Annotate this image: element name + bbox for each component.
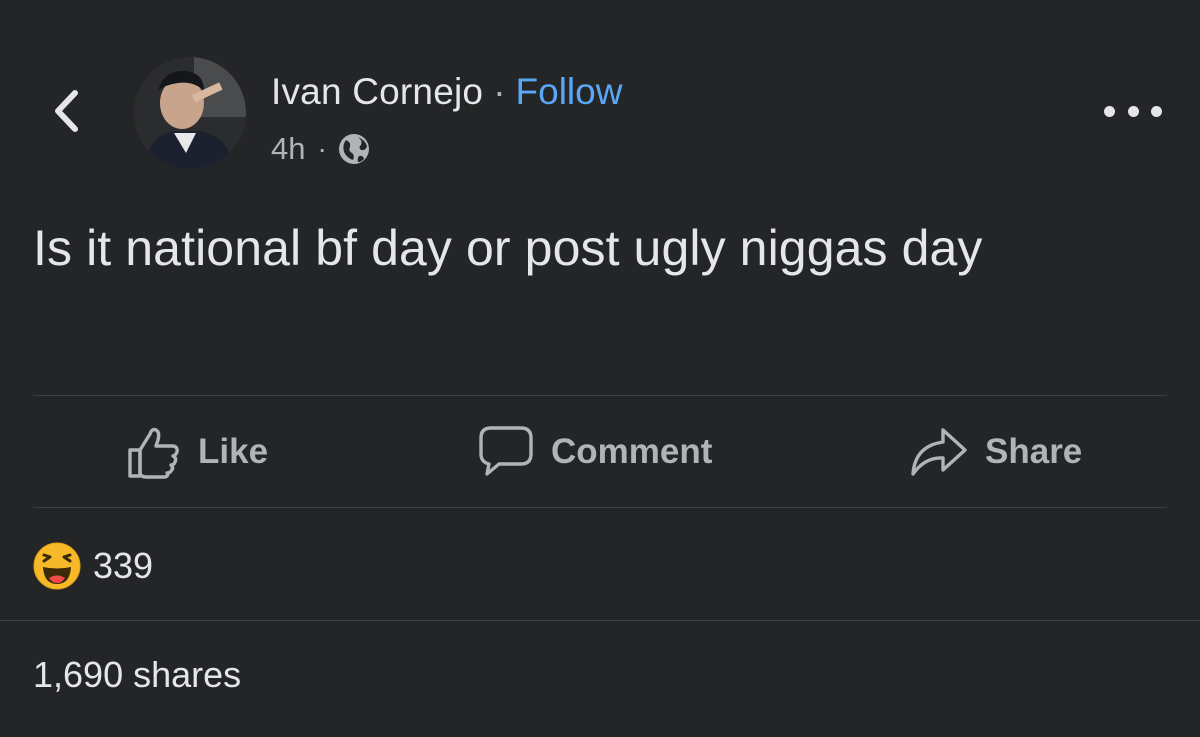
like-label: Like [198,432,269,471]
more-options-button[interactable] [1104,96,1162,126]
comment-button[interactable]: Comment [477,397,712,507]
divider [33,507,1167,508]
reaction-summary[interactable]: 339 [33,540,153,592]
globe-icon [338,134,369,164]
comment-label: Comment [551,432,713,471]
action-bar: Like Comment Share [33,397,1167,507]
name-separator: · [493,71,506,112]
comment-bubble-icon [479,426,533,476]
author-name[interactable]: Ivan Cornejo [271,71,483,113]
post-text: Is it national bf day or post ugly nigga… [33,220,983,276]
share-button[interactable]: Share [909,397,1082,507]
follow-button[interactable]: Follow [516,71,623,113]
divider [0,620,1200,621]
avatar-image [134,57,246,169]
like-button[interactable]: Like [126,397,268,507]
share-label: Share [985,432,1083,471]
haha-emoji-icon [33,542,81,590]
meta-separator: · [317,133,327,164]
more-dot [1127,105,1139,117]
thumbs-up-icon [128,427,179,479]
more-dot [1104,105,1115,117]
post-time[interactable]: 4h [271,131,305,167]
back-button[interactable] [46,86,86,136]
chevron-left-icon [55,90,78,132]
post-meta: 4h · [271,128,371,170]
post-header: Ivan Cornejo · Follow [271,68,622,116]
reaction-count: 339 [93,545,154,586]
divider [33,395,1167,396]
share-count[interactable]: 1,690 shares [33,654,241,696]
avatar[interactable] [134,57,246,169]
share-arrow-icon [911,428,967,476]
post-view: Ivan Cornejo · Follow 4h · Is it nationa… [0,0,1200,737]
more-dot [1151,105,1162,117]
